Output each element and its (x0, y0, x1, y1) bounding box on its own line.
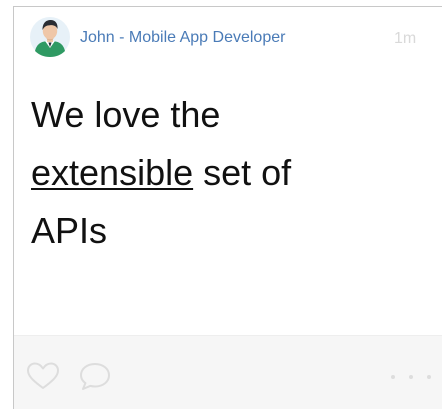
post-time: 1m (394, 30, 417, 47)
avatar[interactable] (30, 17, 70, 57)
heart-icon[interactable] (26, 361, 60, 391)
more-icon[interactable] (391, 372, 431, 382)
message-text: We love the (31, 94, 221, 135)
author-name[interactable]: John - Mobile App Developer (80, 29, 285, 47)
post-header: John - Mobile App Developer 1m (14, 7, 442, 77)
highlighted-word: extensible (31, 152, 194, 193)
message-text-end: APIs (31, 210, 108, 251)
message-text-continued: set of (203, 152, 292, 193)
post-card: John - Mobile App Developer 1m We love t… (13, 6, 442, 409)
more-dot (409, 375, 413, 379)
comment-icon[interactable] (78, 361, 112, 391)
more-dot (427, 375, 431, 379)
post-footer (14, 335, 442, 409)
post-message: We love the extensible set of APIs (31, 86, 431, 260)
more-dot (391, 375, 395, 379)
